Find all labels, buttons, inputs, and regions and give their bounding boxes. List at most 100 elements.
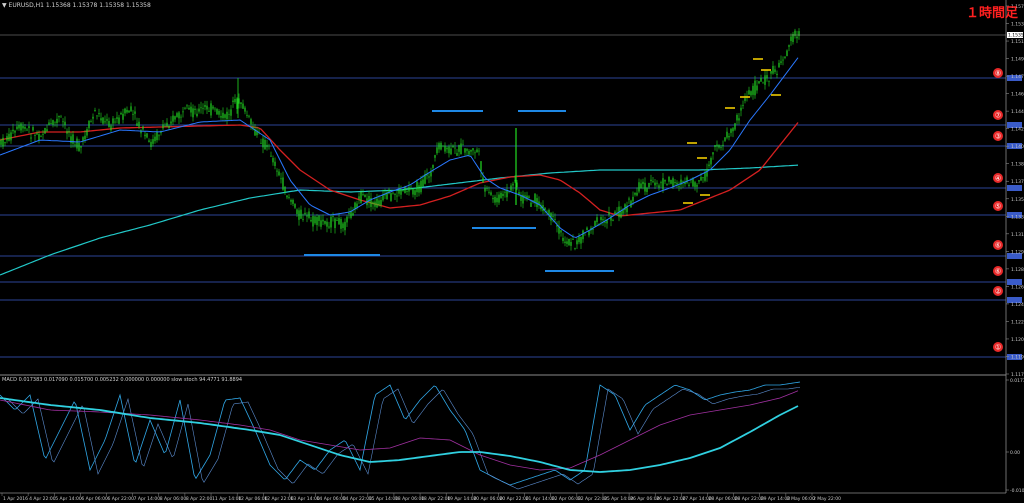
candle-body [594, 220, 596, 227]
price-label: 1.14780 [1011, 74, 1024, 80]
candle-body [676, 182, 678, 185]
candle-body [406, 191, 408, 192]
candle-body [464, 148, 466, 153]
candle-body [128, 110, 130, 113]
candle-body [494, 196, 496, 203]
candle-body [302, 219, 304, 220]
candle-body [562, 237, 564, 242]
price-label: 1.14060 [1011, 144, 1024, 150]
candle-body [582, 230, 584, 240]
candle-body [116, 117, 118, 119]
candle-body [428, 176, 430, 178]
candle-body [300, 209, 302, 219]
candle-body [340, 219, 342, 229]
candle-body [184, 107, 186, 109]
candle-body [688, 184, 690, 186]
candle-body [126, 109, 128, 113]
candle-body [54, 121, 56, 123]
candle-body [438, 143, 440, 150]
candle-body [234, 98, 236, 103]
candle-body [98, 113, 100, 115]
price-label: 1.13520 [1011, 197, 1024, 203]
candle-body [644, 182, 646, 192]
candle-body [696, 184, 698, 187]
candle-body [586, 227, 588, 231]
candle-body [726, 131, 728, 138]
candle-body [342, 223, 344, 229]
candle-body [392, 192, 394, 194]
candle-body [400, 188, 402, 195]
candle-body [552, 216, 554, 218]
candle-body [478, 150, 480, 152]
candle-body [306, 215, 308, 217]
candle-body [162, 124, 164, 129]
candle-body [338, 218, 340, 225]
sub-scale-label: 0.017383 [1010, 378, 1024, 384]
candle-body [504, 191, 506, 193]
candle-body [274, 161, 276, 166]
candle-body [220, 116, 222, 118]
candle-body [328, 226, 330, 228]
candle-body [314, 216, 316, 224]
candle-body [718, 144, 720, 148]
time-label: 14 Apr 06:00 [317, 496, 346, 502]
candle-body [486, 187, 488, 189]
time-label: 26 Apr 06:00 [630, 496, 659, 502]
candle-body [380, 199, 382, 206]
candle-body [358, 196, 360, 200]
candle-body [14, 130, 16, 133]
candle-body [170, 121, 172, 124]
candle-body [186, 105, 188, 107]
candle-body [788, 45, 790, 47]
candle-body [660, 182, 662, 184]
candle-body [312, 215, 314, 227]
candle-body [308, 211, 310, 218]
candle-body [430, 172, 432, 177]
candle-body [420, 180, 422, 193]
candle-body [92, 116, 94, 119]
candle-body [596, 217, 598, 223]
candle-body [442, 145, 444, 147]
candle-body [472, 148, 474, 151]
candle-body [364, 194, 366, 198]
level-badge-label: ② [995, 288, 1001, 296]
candle-body [190, 106, 192, 113]
candle-body [76, 138, 78, 149]
candle-body [452, 145, 454, 148]
candle-body [604, 222, 606, 224]
sub-scale-label: 0.00 [1010, 450, 1020, 456]
candle-body [268, 145, 270, 147]
candle-body [332, 215, 334, 217]
candle-body [474, 152, 476, 154]
candle-body [578, 236, 580, 243]
candle-body [346, 216, 348, 223]
candle-body [120, 112, 122, 115]
price-label: 1.11720 [1011, 372, 1024, 378]
candle-body [650, 179, 652, 182]
candle-body [770, 71, 772, 74]
candle-body [760, 77, 762, 82]
candle-body [238, 98, 240, 104]
candle-body [460, 143, 462, 155]
candle-body [210, 103, 212, 116]
candle-body [132, 113, 134, 115]
time-label: 15 Apr 14:00 [369, 496, 398, 502]
candle-body [60, 116, 62, 118]
candle-body [100, 118, 102, 121]
candle-body [434, 155, 436, 158]
candle-body [790, 36, 792, 42]
candle-body [772, 65, 774, 74]
candle-body [26, 129, 28, 131]
candle-body [88, 120, 90, 129]
trading-chart[interactable]: 0.0173830.00-0.010779 1.157401.153221.15… [0, 0, 1024, 503]
candle-body [462, 144, 464, 146]
time-label: 20 Apr 06:00 [473, 496, 502, 502]
candle-body [298, 210, 300, 220]
candle-body [84, 135, 86, 140]
candle-body [8, 133, 10, 141]
candle-body [456, 153, 458, 156]
time-label: 29 Apr 14:00 [761, 496, 790, 502]
candle-body [236, 98, 238, 109]
time-label: 5 Apr 14:00 [55, 496, 82, 502]
candle-body [768, 80, 770, 82]
